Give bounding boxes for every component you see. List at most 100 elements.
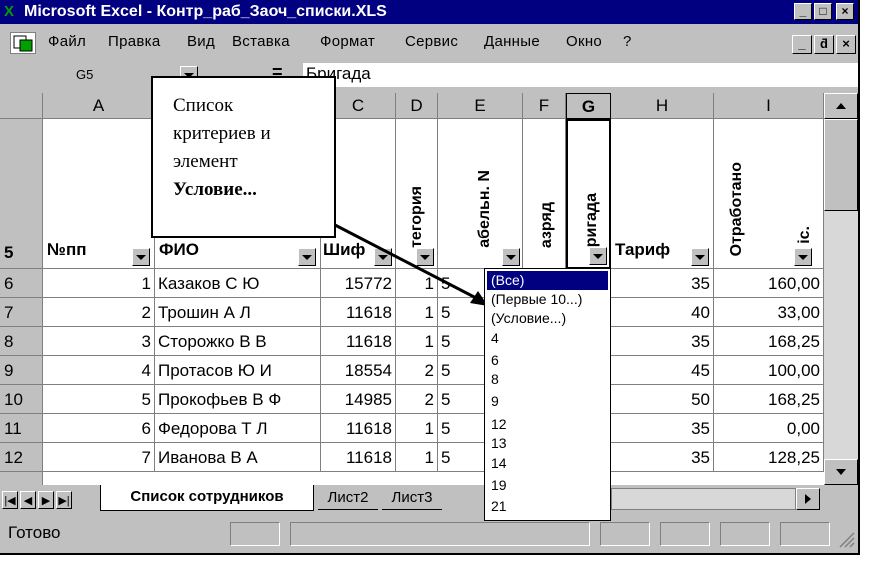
filter-button-npp[interactable] [132,248,150,266]
cell-fio[interactable]: Прокофьев В Ф [155,385,321,414]
header-cell-tarif[interactable]: Тариф [611,119,714,269]
row-header[interactable] [0,472,43,485]
cell-npp[interactable]: 5 [43,385,155,414]
sheet-tab-list3[interactable]: Лист3 [382,488,442,510]
column-header-e[interactable]: E [438,93,523,119]
dropdown-item[interactable]: 9 [487,392,499,411]
filter-button-otrab[interactable] [794,248,812,266]
header-cell-otrab[interactable]: Отработано іс. [714,119,824,269]
autofilter-dropdown-list[interactable]: (Все) (Первые 10...) (Условие...) 4 6 8 9 12 13 1… [484,268,611,521]
first-sheet-icon[interactable]: |◀ [2,491,18,509]
row-header[interactable]: 6 [0,269,43,298]
dropdown-item[interactable]: 4 [487,329,499,348]
last-sheet-icon[interactable]: ▶| [56,491,72,509]
scroll-thumb[interactable] [824,119,858,211]
column-header-f[interactable]: F [523,93,566,119]
cell-tarif[interactable]: 50 [611,385,714,414]
scroll-up-button[interactable] [824,93,858,119]
cell-npp[interactable]: 4 [43,356,155,385]
menu-edit[interactable]: Правка [108,33,160,50]
cell-npp[interactable]: 3 [43,327,155,356]
cell-tarif[interactable]: 35 [611,269,714,298]
cell-tarif[interactable]: 35 [611,327,714,356]
column-header-g[interactable]: G [566,93,611,119]
dropdown-item[interactable]: (Все) [487,271,608,290]
menu-insert[interactable]: Вставка [232,33,290,50]
minimize-button[interactable]: _ [794,3,812,20]
dropdown-item[interactable]: 21 [487,497,507,516]
cell-shifr[interactable]: 14985 [321,385,396,414]
cell-tarif[interactable]: 35 [611,443,714,472]
row-header[interactable]: 10 [0,385,43,414]
row-header-5[interactable]: 5 [0,119,43,269]
scroll-right-button[interactable] [796,488,820,510]
menu-window[interactable]: Окно [566,33,602,50]
cell-fio[interactable]: Протасов Ю И [155,356,321,385]
cell-kat[interactable]: 1 [396,327,438,356]
cell-kat[interactable]: 2 [396,385,438,414]
menu-data[interactable]: Данные [484,33,540,50]
row-header[interactable]: 7 [0,298,43,327]
filter-button-brigada[interactable] [589,247,607,265]
column-header-a[interactable]: A [43,93,155,119]
select-all-corner[interactable] [0,93,43,119]
cell-tarif[interactable]: 40 [611,298,714,327]
column-header-i[interactable]: I [714,93,824,119]
cell-shifr[interactable]: 18554 [321,356,396,385]
column-header-d[interactable]: D [396,93,438,119]
row-header[interactable]: 8 [0,327,43,356]
cell-shifr[interactable]: 11618 [321,443,396,472]
cell-otrab[interactable]: 33,00 [714,298,824,327]
dropdown-item[interactable]: 14 [487,454,507,473]
close-button[interactable]: × [836,3,854,20]
next-sheet-icon[interactable]: ▶ [38,491,54,509]
header-cell-npp[interactable]: №пп [43,119,155,269]
dropdown-item[interactable]: 19 [487,476,507,495]
cell-npp[interactable]: 2 [43,298,155,327]
doc-close-button[interactable]: × [836,35,856,54]
cell-kat[interactable]: 2 [396,356,438,385]
menu-tools[interactable]: Сервис [405,33,458,50]
cell-tarif[interactable]: 35 [611,414,714,443]
menu-format[interactable]: Формат [320,33,375,50]
menu-help[interactable]: ? [623,33,632,50]
cell-npp[interactable]: 1 [43,269,155,298]
cell-otrab[interactable]: 160,00 [714,269,824,298]
cell-otrab[interactable]: 168,25 [714,327,824,356]
resize-grip-icon[interactable] [836,529,856,549]
cell-kat[interactable]: 1 [396,443,438,472]
dropdown-item[interactable]: 6 [487,351,499,370]
cell-npp[interactable]: 6 [43,414,155,443]
cell-fio[interactable]: Трошин А Л [155,298,321,327]
cell-otrab[interactable]: 100,00 [714,356,824,385]
cell-otrab[interactable]: 128,25 [714,443,824,472]
cell-shifr[interactable]: 11618 [321,414,396,443]
column-header-h[interactable]: H [611,93,714,119]
scroll-down-button[interactable] [824,459,858,485]
filter-button-fio[interactable] [298,248,316,266]
cell-fio[interactable]: Федорова Т Л [155,414,321,443]
cell-kat[interactable]: 1 [396,414,438,443]
doc-restore-button[interactable]: ƌ [814,35,834,54]
filter-button-tabeln[interactable] [502,248,520,266]
maximize-button[interactable]: □ [814,3,832,20]
sheet-tab-list2[interactable]: Лист2 [318,488,378,510]
document-icon[interactable] [10,32,36,54]
dropdown-item[interactable]: (Условие...) [487,309,566,328]
sheet-tab-active[interactable]: Список сотрудников [100,485,314,511]
dropdown-item[interactable]: (Первые 10...) [487,290,582,309]
cell-shifr[interactable]: 11618 [321,327,396,356]
doc-minimize-button[interactable]: _ [792,35,812,54]
cell-fio[interactable]: Иванова В А [155,443,321,472]
cell-fio[interactable]: Сторожко В В [155,327,321,356]
row-header[interactable]: 11 [0,414,43,443]
header-cell-razriad[interactable]: азряд [523,119,566,269]
menu-file[interactable]: Файл [48,33,86,50]
dropdown-item[interactable]: 8 [487,370,499,389]
horizontal-scrollbar[interactable] [611,488,796,510]
menu-view[interactable]: Вид [187,33,215,50]
header-cell-brigada-selected[interactable]: ригада [566,119,611,269]
cell-npp[interactable]: 7 [43,443,155,472]
formula-input[interactable]: Бригада [303,63,858,87]
cell-tarif[interactable]: 45 [611,356,714,385]
